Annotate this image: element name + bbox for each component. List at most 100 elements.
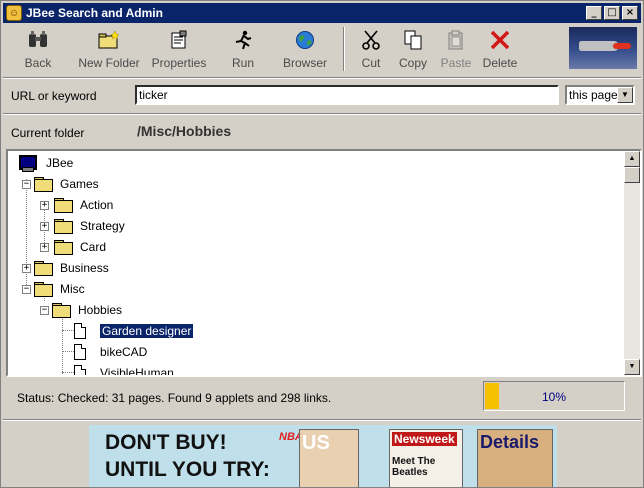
folder-open-icon [34, 282, 53, 297]
app-window: ☺ JBee Search and Admin _ □ × Back New F… [0, 0, 644, 488]
divider [3, 77, 641, 79]
expand-strategy-toggle[interactable]: + [40, 222, 49, 231]
current-folder-path: /Misc/Hobbies [137, 123, 232, 139]
properties-button[interactable]: Properties [145, 25, 213, 73]
computer-icon [18, 155, 37, 172]
copy-button[interactable]: Copy [391, 25, 435, 73]
folder-icon [54, 219, 73, 234]
tree-node-label: Business [60, 261, 109, 275]
tree-node-label: Card [80, 240, 107, 254]
run-label: Run [231, 56, 254, 70]
toolbar: Back New Folder Properties Run Browser C… [3, 25, 641, 75]
expand-card-toggle[interactable]: + [40, 243, 49, 252]
scroll-up-arrow-icon[interactable]: ▲ [624, 151, 640, 167]
folder-open-icon [34, 177, 53, 192]
tree-node-label: JBee [46, 156, 74, 170]
folder-open-icon [52, 303, 71, 318]
folder-icon [54, 198, 73, 213]
folder-tree[interactable]: − + + + + − − JBee Games Action Strategy [6, 149, 642, 377]
collapse-games-toggle[interactable]: − [22, 180, 31, 189]
binoculars-icon [27, 28, 49, 52]
tree-node-business[interactable]: Business [34, 258, 109, 278]
document-icon [74, 365, 86, 375]
url-keyword-input[interactable] [135, 85, 559, 105]
paste-button[interactable]: Paste [435, 25, 477, 73]
minimize-button[interactable]: _ [586, 6, 602, 20]
tree-node-bikecad[interactable]: bikeCAD [74, 342, 147, 362]
scroll-down-arrow-icon[interactable]: ▼ [624, 359, 640, 375]
magazine-title: Newsweek [392, 432, 457, 446]
tree-node-label: Garden designer [98, 323, 195, 339]
copy-label: Copy [398, 56, 427, 70]
delete-button[interactable]: Delete [477, 25, 523, 73]
tree-node-label: Hobbies [78, 303, 123, 317]
status-label: Status: [17, 391, 55, 405]
tree-node-action[interactable]: Action [54, 195, 113, 215]
tree-node-label: Strategy [80, 219, 125, 233]
tree-node-label: Games [60, 177, 99, 191]
magazine-cover: Newsweek Meet The Beatles [389, 429, 463, 487]
copy-icon [402, 28, 424, 52]
new-folder-label: New Folder [78, 56, 140, 70]
banner-headline-1: DON'T BUY! [105, 431, 227, 454]
tree-node-visiblehuman[interactable]: VisibleHuman [74, 363, 174, 375]
tree-node-hobbies[interactable]: Hobbies [52, 300, 122, 320]
back-button[interactable]: Back [3, 25, 73, 73]
current-folder-label: Current folder [11, 126, 85, 140]
new-folder-icon [98, 28, 120, 52]
title-bar[interactable]: ☺ JBee Search and Admin _ □ × [3, 3, 641, 23]
banner-headline-2: UNTIL YOU TRY: [105, 458, 270, 481]
tree-node-card[interactable]: Card [54, 237, 106, 257]
toolbar-separator [343, 27, 345, 71]
expand-business-toggle[interactable]: + [22, 264, 31, 273]
run-button[interactable]: Run [213, 25, 273, 73]
tree-viewport: − + + + + − − JBee Games Action Strategy [8, 151, 626, 375]
folder-icon [34, 261, 53, 276]
collapse-misc-toggle[interactable]: − [22, 285, 31, 294]
tree-node-label: VisibleHuman [100, 366, 174, 375]
tree-node-misc[interactable]: Misc [34, 279, 85, 299]
folder-icon [54, 240, 73, 255]
tree-node-garden-designer[interactable]: Garden designer [74, 321, 195, 341]
status-bar: Status: Checked: 31 pages. Found 9 apple… [17, 391, 331, 405]
tree-vertical-scrollbar[interactable]: ▲ ▼ [624, 151, 640, 375]
collapse-hobbies-toggle[interactable]: − [40, 306, 49, 315]
rocket-logo [569, 27, 637, 69]
tree-node-games[interactable]: Games [34, 174, 99, 194]
scope-selected-value: this page [569, 88, 618, 102]
scrollbar-thumb[interactable] [624, 167, 640, 183]
status-text: Checked: 31 pages. Found 9 applets and 2… [57, 391, 332, 405]
delete-label: Delete [482, 56, 518, 70]
cut-label: Cut [361, 56, 381, 70]
divider [3, 113, 641, 115]
tree-node-jbee[interactable]: JBee [18, 153, 73, 173]
ad-banner[interactable]: DON'T BUY! UNTIL YOU TRY: NBAF US Newswe… [89, 425, 557, 487]
maximize-button[interactable]: □ [604, 6, 620, 20]
app-bee-icon: ☺ [6, 5, 22, 21]
new-folder-button[interactable]: New Folder [73, 25, 145, 73]
tree-node-label: bikeCAD [100, 345, 148, 359]
dropdown-arrow-icon[interactable]: ▼ [617, 87, 633, 103]
document-icon [74, 323, 86, 339]
window-title: JBee Search and Admin [26, 6, 163, 20]
browser-button[interactable]: Browser [273, 25, 337, 73]
document-icon [74, 344, 86, 360]
magazine-subtitle: Meet The Beatles [392, 456, 436, 478]
scope-select[interactable]: this page ▼ [565, 85, 635, 105]
paste-label: Paste [440, 56, 472, 70]
cut-button[interactable]: Cut [351, 25, 391, 73]
magazine-title: Details [480, 432, 540, 452]
delete-icon [489, 28, 511, 52]
tree-node-strategy[interactable]: Strategy [54, 216, 125, 236]
paste-icon [445, 28, 467, 52]
properties-icon [168, 28, 190, 52]
browser-label: Browser [282, 56, 327, 70]
url-label: URL or keyword [11, 89, 97, 103]
progress-percent: 10% [541, 390, 567, 404]
magazine-cover: US [299, 429, 359, 487]
expand-action-toggle[interactable]: + [40, 201, 49, 210]
magazine-title: US [302, 432, 330, 454]
close-button[interactable]: × [622, 6, 638, 20]
progress-bar: 10% [483, 381, 625, 411]
magazine-cover: Details [477, 429, 553, 487]
